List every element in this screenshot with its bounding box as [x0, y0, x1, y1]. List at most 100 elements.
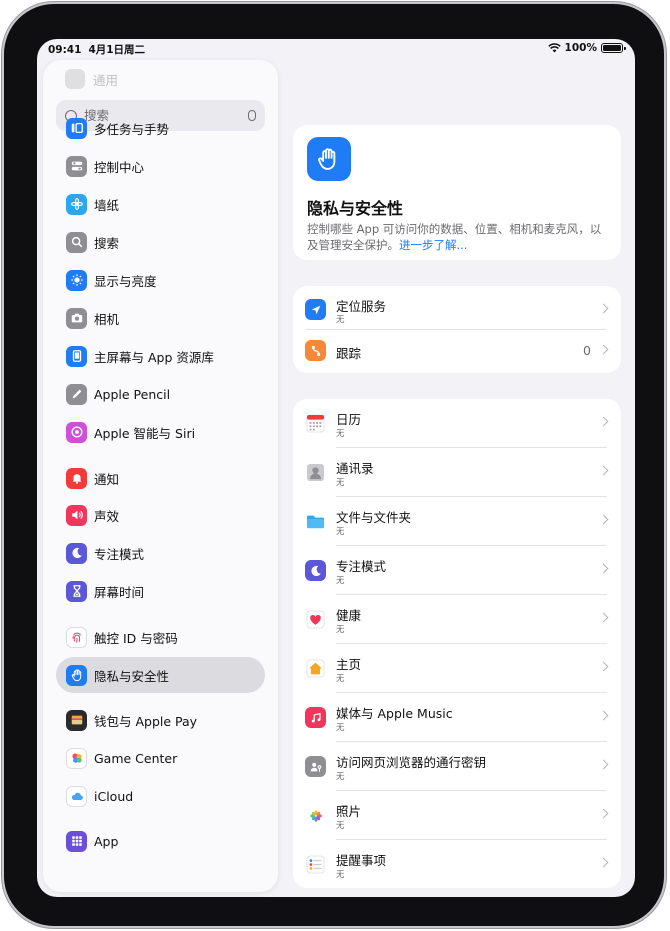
sidebar-item[interactable]: 声效 — [56, 497, 265, 533]
privacy-header-card: 隐私与安全性 控制哪些 App 可访问你的数据、位置、相机和麦克风，以及管理安全… — [293, 125, 621, 260]
moon-icon — [66, 542, 87, 564]
row-title: 媒体与 Apple Music — [336, 706, 453, 721]
row-title: 访问网页浏览器的通行密钥 — [336, 755, 487, 770]
search-icon — [66, 231, 87, 253]
settings-row[interactable]: 提醒事项无 — [293, 840, 621, 889]
wallpaper-icon — [66, 193, 87, 215]
chevron-right-icon — [598, 857, 609, 868]
chevron-right-icon — [598, 514, 609, 525]
chevron-right-icon — [598, 612, 609, 623]
settings-row[interactable]: 通讯录无 — [293, 448, 621, 497]
row-subtitle: 无 — [336, 821, 345, 831]
row-subtitle: 无 — [336, 870, 345, 880]
home-icon — [305, 658, 326, 679]
row-value: 0 — [583, 343, 591, 358]
bell-icon — [66, 467, 87, 489]
heart-icon — [305, 609, 326, 630]
battery-percent: 100% — [564, 42, 597, 54]
contacts-icon — [305, 462, 326, 483]
sidebar-item[interactable]: 钱包与 Apple Pay — [56, 702, 265, 738]
sidebar-item[interactable]: 墙纸 — [56, 186, 265, 222]
brightness-icon — [66, 269, 87, 291]
calendar-icon — [305, 413, 326, 434]
sidebar-item[interactable]: 搜索 — [56, 224, 265, 260]
sidebar-item[interactable]: 控制中心 — [56, 148, 265, 184]
sidebar-title: 通用 — [65, 69, 118, 89]
sidebar-item-label: Apple Pencil — [94, 386, 171, 402]
game-center-icon — [66, 747, 87, 769]
sidebar-item-label: 钱包与 Apple Pay — [94, 713, 198, 729]
sidebar-item[interactable]: 主屏幕与 App 资源库 — [56, 338, 265, 374]
sidebar-item[interactable]: iCloud — [56, 778, 265, 814]
page-description: 控制哪些 App 可访问你的数据、位置、相机和麦克风，以及管理安全保护。进一步了… — [307, 222, 602, 252]
sidebar-item-label: 隐私与安全性 — [94, 668, 170, 684]
photos-icon — [305, 805, 326, 826]
status-time: 09:41 — [48, 44, 82, 56]
status-bar: 09:41 4月1日周二 100% — [37, 39, 635, 59]
sidebar-item-label: 相机 — [94, 311, 120, 327]
hand-icon — [307, 137, 351, 181]
sidebar-item-label: 声效 — [94, 508, 120, 524]
row-title: 文件与文件夹 — [336, 510, 412, 525]
sidebar-item[interactable]: 隐私与安全性 — [56, 657, 265, 693]
sidebar-item[interactable]: 多任务与手势 — [56, 110, 265, 146]
battery-icon — [601, 43, 626, 53]
row-title: 照片 — [336, 804, 362, 819]
chevron-right-icon — [598, 416, 609, 427]
sidebar-item[interactable]: 相机 — [56, 300, 265, 336]
sidebar-item-label: Game Center — [94, 750, 178, 766]
sidebar-item-label: 多任务与手势 — [94, 121, 170, 137]
gear-icon — [65, 69, 85, 89]
wifi-icon — [547, 43, 561, 53]
hand-icon — [66, 664, 87, 686]
settings-row[interactable]: 照片无 — [293, 791, 621, 840]
sidebar-item-label: iCloud — [94, 788, 134, 804]
sidebar-item-label: 主屏幕与 App 资源库 — [94, 349, 214, 365]
settings-row[interactable]: 文件与文件夹无 — [293, 497, 621, 546]
sidebar-item[interactable]: App — [56, 823, 265, 859]
sidebar-item-label: 触控 ID 与密码 — [94, 630, 178, 646]
chevron-right-icon — [598, 759, 609, 770]
wallet-icon — [66, 709, 87, 731]
settings-row[interactable]: 媒体与 Apple Music 无 — [293, 693, 621, 742]
sidebar-item[interactable]: Apple 智能与 Siri — [56, 414, 265, 450]
row-subtitle: 无 — [336, 315, 345, 325]
location-icon — [305, 299, 326, 320]
chevron-right-icon — [598, 465, 609, 476]
row-subtitle: 无 — [336, 576, 345, 586]
settings-row[interactable]: 主页无 — [293, 644, 621, 693]
sidebar-item[interactable]: 显示与亮度 — [56, 262, 265, 298]
multitask-icon — [66, 117, 87, 139]
sidebar-item[interactable]: 专注模式 — [56, 535, 265, 571]
learn-more-link[interactable]: 进一步了解... — [399, 238, 467, 252]
sidebar-item[interactable]: Apple Pencil — [56, 376, 265, 412]
sidebar-item[interactable]: 通知 — [56, 460, 265, 496]
siri-icon — [66, 421, 87, 443]
apps-grid-icon — [66, 830, 87, 852]
sidebar-item[interactable]: Game Center — [56, 740, 265, 776]
settings-row[interactable]: 健康无 — [293, 595, 621, 644]
sidebar-item[interactable]: 触控 ID 与密码 — [56, 619, 265, 655]
sidebar-item-label: 控制中心 — [94, 159, 145, 175]
settings-row[interactable]: 跟踪 0 — [293, 329, 621, 372]
row-title: 专注模式 — [336, 559, 387, 574]
sidebar-item-label: 通知 — [94, 471, 120, 487]
row-subtitle: 无 — [336, 478, 345, 488]
settings-row[interactable]: 日历无 — [293, 399, 621, 448]
chevron-right-icon — [598, 303, 609, 314]
sidebar-item-label: 专注模式 — [94, 546, 145, 562]
fingerprint-icon — [66, 626, 87, 648]
sidebar-item[interactable]: 屏幕时间 — [56, 573, 265, 609]
home-screen-icon — [66, 345, 87, 367]
reminders-icon — [305, 854, 326, 875]
settings-row[interactable]: 定位服务无 — [293, 286, 621, 330]
row-subtitle: 无 — [336, 674, 345, 684]
settings-row[interactable]: 访问网页浏览器的通行密钥无 — [293, 742, 621, 791]
settings-row[interactable]: 专注模式无 — [293, 546, 621, 595]
passkey-icon — [305, 756, 326, 777]
chevron-right-icon — [598, 563, 609, 574]
folder-icon — [305, 511, 326, 532]
row-title: 日历 — [336, 412, 362, 427]
speaker-icon — [66, 504, 87, 526]
chevron-right-icon — [598, 808, 609, 819]
